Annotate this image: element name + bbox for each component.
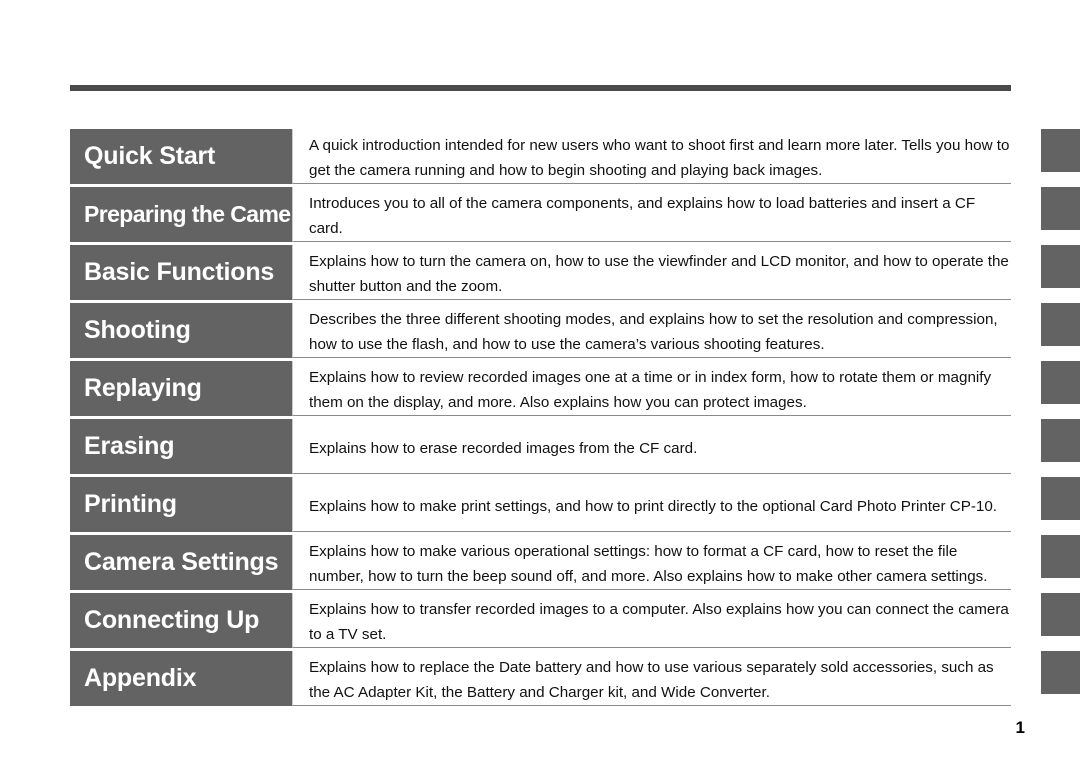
section-description: Explains how to transfer recorded images…	[292, 593, 1011, 648]
section-label-shooting[interactable]: Shooting	[70, 303, 292, 358]
section-description: Explains how to replace the Date battery…	[292, 651, 1011, 706]
table-row: Connecting Up Explains how to transfer r…	[70, 593, 1011, 648]
section-label-preparing-the-camera[interactable]: Preparing the Camera	[70, 187, 312, 242]
document-page: Quick Start A quick introduction intende…	[0, 0, 1080, 766]
side-tab-marker[interactable]	[1041, 477, 1080, 520]
side-tab-marker[interactable]	[1041, 361, 1080, 404]
side-tab-marker[interactable]	[1041, 187, 1080, 230]
section-description: Explains how to make various operational…	[292, 535, 1011, 590]
section-description-text: Introduces you to all of the camera comp…	[309, 195, 976, 237]
section-description: Explains how to turn the camera on, how …	[292, 245, 1011, 300]
section-label-connecting-up[interactable]: Connecting Up	[70, 593, 292, 648]
section-description-text: Explains how to make various operational…	[309, 543, 988, 585]
table-row: Appendix Explains how to replace the Dat…	[70, 651, 1011, 706]
side-tab-marker[interactable]	[1041, 593, 1080, 636]
section-label-erasing[interactable]: Erasing	[70, 419, 292, 474]
table-row: Shooting Describes the three different s…	[70, 303, 1011, 358]
side-tab-marker[interactable]	[1041, 303, 1080, 346]
section-description-text: Explains how to erase recorded images fr…	[309, 439, 698, 457]
section-label-basic-functions[interactable]: Basic Functions	[70, 245, 292, 300]
side-tab-marker[interactable]	[1041, 245, 1080, 288]
table-of-contents: Quick Start A quick introduction intende…	[70, 129, 1011, 709]
section-label-quick-start[interactable]: Quick Start	[70, 129, 292, 184]
table-row: Camera Settings Explains how to make var…	[70, 535, 1011, 590]
section-label-appendix[interactable]: Appendix	[70, 651, 292, 706]
section-description-text: Explains how to replace the Date battery…	[309, 659, 994, 701]
side-tab-marker[interactable]	[1041, 129, 1080, 172]
section-description: Explains how to review recorded images o…	[292, 361, 1011, 416]
table-row: Erasing Explains how to erase recorded i…	[70, 419, 1011, 474]
side-tab-marker[interactable]	[1041, 419, 1080, 462]
side-tab-rail	[1041, 129, 1080, 709]
table-row: Preparing the Camera Introduces you to a…	[70, 187, 1011, 242]
section-label-printing[interactable]: Printing	[70, 477, 292, 532]
table-row: Basic Functions Explains how to turn the…	[70, 245, 1011, 300]
section-description-text: Describes the three different shooting m…	[309, 311, 998, 353]
section-description: Describes the three different shooting m…	[292, 303, 1011, 358]
section-label-replaying[interactable]: Replaying	[70, 361, 292, 416]
section-description: Introduces you to all of the camera comp…	[292, 187, 1011, 242]
section-description-text: Explains how to review recorded images o…	[309, 369, 992, 411]
section-description: Explains how to make print settings, and…	[292, 477, 1011, 532]
section-description: A quick introduction intended for new us…	[292, 129, 1011, 184]
page-number: 1	[1015, 718, 1025, 737]
side-tab-marker[interactable]	[1041, 651, 1080, 694]
table-row: Printing Explains how to make print sett…	[70, 477, 1011, 532]
section-description-text: Explains how to make print settings, and…	[309, 497, 998, 515]
section-description: Explains how to erase recorded images fr…	[292, 419, 1011, 474]
section-description-text: Explains how to transfer recorded images…	[309, 601, 1009, 643]
section-description-text: A quick introduction intended for new us…	[309, 137, 1010, 179]
side-tab-marker[interactable]	[1041, 535, 1080, 578]
section-label-camera-settings[interactable]: Camera Settings	[70, 535, 292, 590]
table-row: Quick Start A quick introduction intende…	[70, 129, 1011, 184]
header-rule	[70, 85, 1011, 91]
table-row: Replaying Explains how to review recorde…	[70, 361, 1011, 416]
section-description-text: Explains how to turn the camera on, how …	[309, 253, 1009, 295]
